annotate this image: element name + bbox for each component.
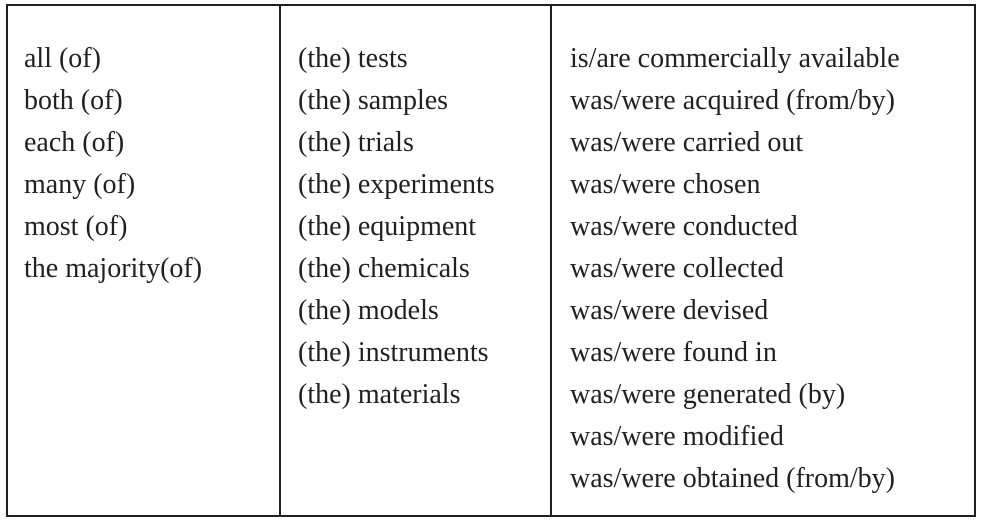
quantifier-item: each (of): [24, 127, 125, 158]
verb-item: is/are commercially available: [570, 43, 900, 74]
noun-item: (the) trials: [298, 127, 414, 158]
verb-column: is/are commercially available was/were a…: [550, 6, 974, 515]
quantifier-column: all (of) both (of) each (of) many (of) m…: [8, 6, 279, 515]
verb-item: was/were modified: [570, 421, 784, 452]
verb-item: was/were devised: [570, 295, 769, 326]
noun-list: (the) tests (the) samples (the) trials (…: [298, 38, 550, 416]
quantifier-list: all (of) both (of) each (of) many (of) m…: [24, 38, 279, 290]
noun-item: (the) experiments: [298, 169, 495, 200]
phrase-table: all (of) both (of) each (of) many (of) m…: [6, 4, 976, 517]
noun-item: (the) materials: [298, 379, 461, 410]
noun-item: (the) chemicals: [298, 253, 470, 284]
quantifier-item: both (of): [24, 85, 123, 116]
quantifier-item: the majority(of): [24, 253, 203, 284]
verb-item: was/were carried out: [570, 127, 804, 158]
noun-column: (the) tests (the) samples (the) trials (…: [279, 6, 550, 515]
verb-item: was/were generated (by): [570, 379, 846, 410]
noun-item: (the) equipment: [298, 211, 477, 242]
quantifier-item: most (of): [24, 211, 128, 242]
verb-item: was/were collected: [570, 253, 784, 284]
quantifier-item: many (of): [24, 169, 136, 200]
verb-item: was/were chosen: [570, 169, 761, 200]
noun-item: (the) samples: [298, 85, 449, 116]
verb-item: was/were obtained (from/by): [570, 463, 895, 494]
noun-item: (the) models: [298, 295, 439, 326]
noun-item: (the) instruments: [298, 337, 489, 368]
verb-item: was/were conducted: [570, 211, 798, 242]
noun-item: (the) tests: [298, 43, 408, 74]
verb-item: was/were acquired (from/by): [570, 85, 895, 116]
quantifier-item: all (of): [24, 43, 101, 74]
verb-item: was/were found in: [570, 337, 777, 368]
verb-list: is/are commercially available was/were a…: [570, 38, 974, 500]
